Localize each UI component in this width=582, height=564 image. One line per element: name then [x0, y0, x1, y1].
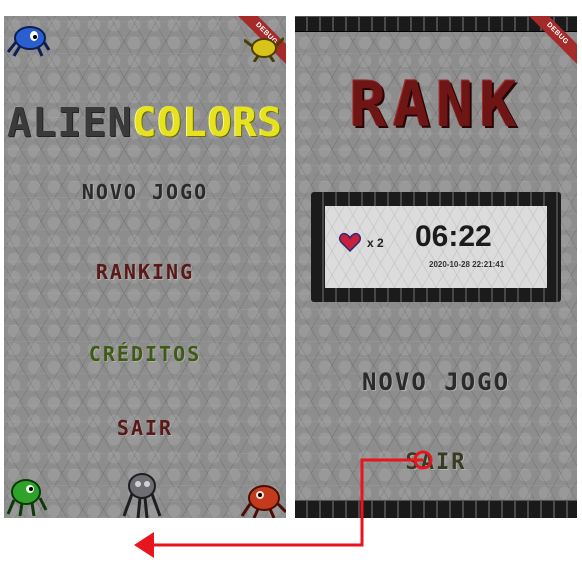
annotation-arrow: [134, 450, 433, 558]
arrow-head: [134, 532, 154, 558]
arrow-line: [152, 458, 423, 547]
